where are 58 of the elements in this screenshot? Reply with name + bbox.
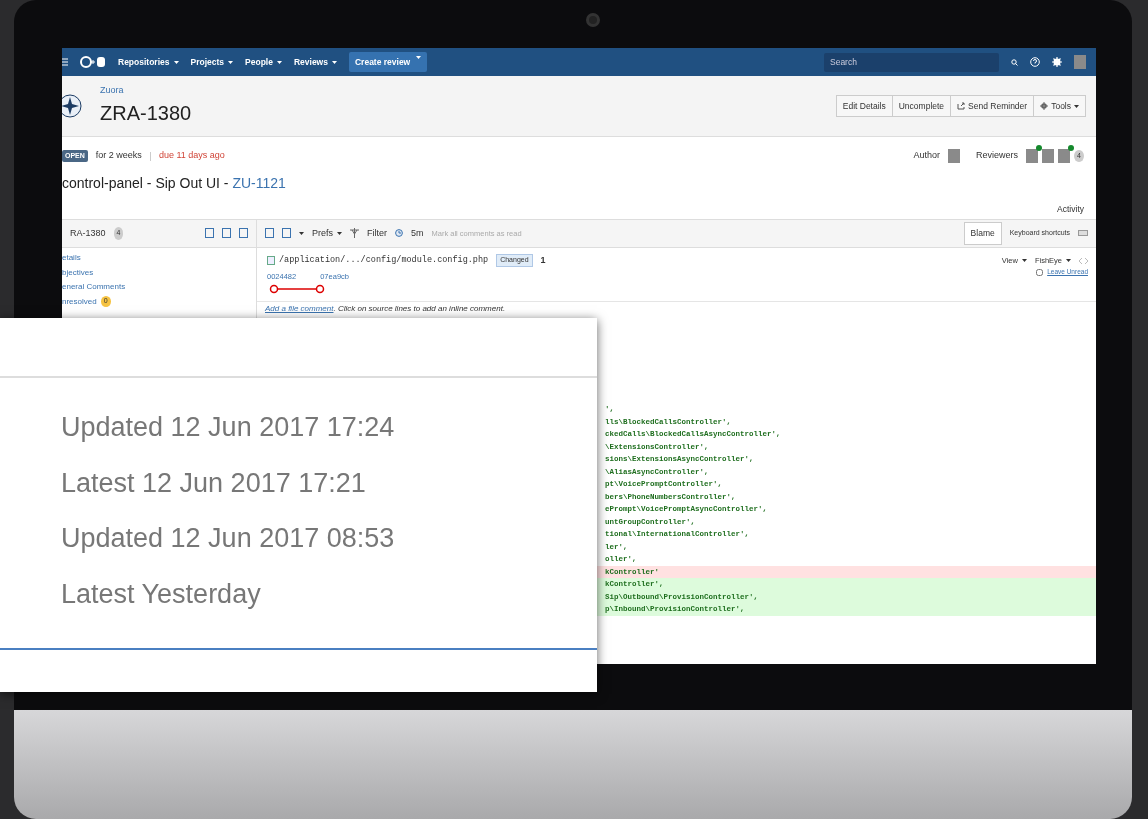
- sidebar-item[interactable]: eneral Comments: [62, 281, 126, 293]
- reviewers-label: Reviewers: [976, 149, 1019, 163]
- leave-unread-checkbox[interactable]: [1036, 268, 1044, 276]
- file-icon: [267, 256, 275, 265]
- action-button[interactable]: Tools: [1033, 94, 1086, 118]
- create-review-button[interactable]: Create review: [348, 51, 428, 73]
- camera-icon: [586, 13, 600, 27]
- caret-icon: [276, 60, 282, 64]
- comment-hint: Add a file comment. Click on source lines to add an inline comment.: [257, 301, 1096, 316]
- nav-menu[interactable]: People: [245, 55, 282, 69]
- file-comment-count: 1: [540, 253, 546, 267]
- menu-icon[interactable]: [62, 58, 68, 66]
- nav-menu[interactable]: Projects: [190, 55, 234, 69]
- action-button[interactable]: Send Reminder: [950, 94, 1035, 118]
- caret-icon: [337, 231, 342, 235]
- activity-label: Activity: [1056, 203, 1084, 216]
- help-icon[interactable]: [1030, 57, 1040, 67]
- file-path[interactable]: /application/.../config/module.config.php: [279, 254, 489, 267]
- sidebar-item[interactable]: etails: [62, 252, 81, 264]
- review-duration: for 2 weeks: [95, 149, 142, 163]
- review-title: ZRA-1380: [100, 100, 192, 126]
- revision-slider-drawing[interactable]: [269, 284, 325, 295]
- filter-icon[interactable]: [350, 228, 359, 239]
- sidebar-item[interactable]: nresolved: [62, 295, 97, 308]
- project-link[interactable]: Zuora: [100, 84, 192, 98]
- review-summary: control-panel - Sip Out UI - ZU-1121: [62, 174, 287, 193]
- blame-button[interactable]: Blame: [963, 221, 1002, 245]
- author-avatar: [948, 149, 961, 163]
- action-button[interactable]: Uncomplete: [891, 94, 952, 118]
- caret-icon: [416, 55, 422, 59]
- author-label: Author: [913, 149, 941, 163]
- caret-icon: [1021, 259, 1027, 262]
- search-field[interactable]: Search: [824, 52, 999, 72]
- caret-icon: [331, 60, 337, 64]
- sidebar-title: RA-1380: [70, 226, 106, 240]
- caret-icon: [1066, 259, 1071, 262]
- due-date: due 11 days ago: [158, 149, 225, 163]
- nav-menu[interactable]: Repositories: [118, 55, 179, 69]
- caret-icon: [228, 60, 234, 64]
- caret-icon[interactable]: [299, 231, 304, 235]
- filter-button[interactable]: Filter: [367, 226, 387, 240]
- issue-link[interactable]: ZU-1121: [232, 175, 286, 191]
- sidebar-item[interactable]: bjectives: [62, 266, 94, 279]
- share-icon: [957, 102, 966, 110]
- prefs-menu[interactable]: Prefs: [312, 226, 342, 240]
- caret-icon: [173, 60, 179, 64]
- update-time-label: Latest Yesterday: [60, 577, 262, 611]
- update-time-label: Latest 12 Jun 2017 17:21: [60, 466, 367, 500]
- nav-menu[interactable]: Reviews: [293, 55, 337, 69]
- app-logo-icon[interactable]: [80, 55, 106, 69]
- caret-icon: [1074, 104, 1079, 108]
- action-button[interactable]: Edit Details: [835, 94, 893, 118]
- update-time-label: Updated 12 Jun 2017 17:24: [60, 411, 396, 444]
- keyboard-icon: [1078, 230, 1088, 237]
- search-icon[interactable]: [1011, 58, 1018, 66]
- refresh-interval[interactable]: 5m: [411, 226, 424, 240]
- clock-icon: [395, 229, 403, 238]
- update-time-label: Updated 12 Jun 2017 08:53: [60, 522, 396, 555]
